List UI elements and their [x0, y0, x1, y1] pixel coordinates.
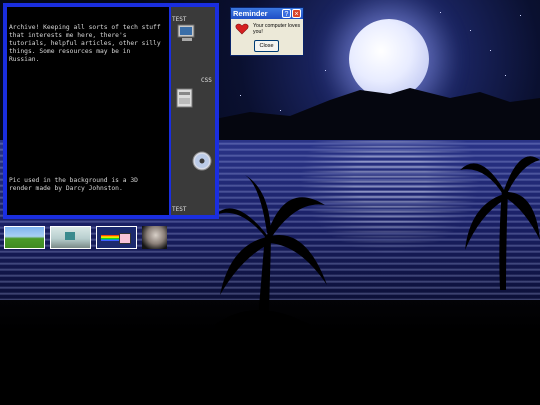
nyan-cat-body	[119, 233, 131, 244]
description-line: tutorials, helpful articles, other silly	[9, 40, 161, 47]
heart-icon	[235, 23, 249, 35]
room-window	[65, 232, 75, 240]
close-x-button[interactable]: ×	[292, 9, 301, 18]
rainbow-trail	[101, 235, 121, 241]
computer-icon[interactable]	[176, 24, 198, 42]
nyan-cat-thumbnail[interactable]	[96, 226, 137, 249]
dialog-titlebar[interactable]: Reminder ? ×	[231, 8, 303, 19]
disk-drive-icon[interactable]	[175, 87, 195, 109]
room-thumbnail[interactable]	[50, 226, 91, 249]
credit-line: render made by Darcy Johnston.	[9, 185, 123, 192]
dialog-title: Reminder	[233, 9, 268, 18]
bliss-thumbnail[interactable]	[4, 226, 45, 249]
sidebar-label-css[interactable]: CSS	[201, 77, 212, 84]
description-line: Russian.	[9, 56, 40, 63]
description-line: Archive! Keeping all sorts of tech stuff	[9, 24, 161, 31]
close-button[interactable]: Close	[254, 40, 279, 52]
cd-disc-icon[interactable]	[192, 151, 212, 171]
palm-plant-right	[460, 156, 540, 290]
text-pane: Archive! Keeping all sorts of tech stuff…	[7, 7, 171, 215]
credit-line: Pic used in the background is a 3D	[9, 177, 138, 184]
description-line: that interests me here, there's	[9, 32, 127, 39]
sidebar-label-test-bottom[interactable]: TEST	[172, 206, 186, 213]
main-window: Archive! Keeping all sorts of tech stuff…	[3, 3, 219, 219]
sidebar-label-test-top[interactable]: TEST	[172, 16, 186, 23]
description-line: things. Some resources may be in	[9, 48, 131, 55]
reminder-dialog: Reminder ? × Your computer loves you! Cl…	[230, 7, 304, 56]
help-button[interactable]: ?	[282, 9, 291, 18]
dialog-message: Your computer loves you!	[253, 23, 301, 35]
palm-plant-left	[215, 175, 327, 355]
icon-sidebar: TEST CSS TEST	[171, 7, 215, 215]
cat-thumbnail[interactable]	[142, 226, 167, 249]
